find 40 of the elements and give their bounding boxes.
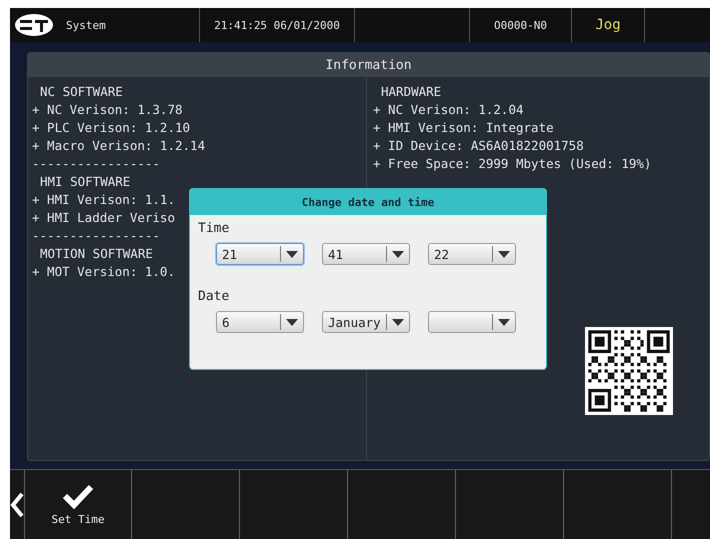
caret-icon: [498, 250, 510, 258]
operation-mode: Jog: [595, 17, 621, 33]
field-label: Time: [198, 221, 230, 238]
caret-icon: [392, 318, 404, 326]
dropdown[interactable]: 41: [322, 243, 410, 265]
caret-icon: [286, 250, 298, 258]
info-line: + NC Verison: 1.2.04: [373, 101, 524, 119]
section-heading: NC SOFTWARE: [39, 83, 123, 101]
chevron-left-icon: [10, 492, 24, 518]
info-line: + HMI Verison: Integrate: [373, 119, 554, 137]
field-label: Date: [198, 289, 230, 306]
back-button[interactable]: [10, 470, 25, 539]
caret-icon: [286, 318, 298, 326]
dashed-separator: -----------------: [32, 227, 160, 245]
panel-header: Information: [28, 53, 709, 77]
caret-icon: [498, 318, 510, 326]
caret-icon: [392, 250, 404, 258]
dropdown[interactable]: [428, 311, 516, 333]
dropdown[interactable]: 22: [428, 243, 516, 265]
dropdown[interactable]: January: [322, 311, 410, 333]
info-line: + NC Verison: 1.3.78: [32, 101, 183, 119]
program-number: O0000-N0: [494, 18, 547, 32]
logo-icon: [14, 13, 54, 37]
clock-text: 21:41:25 06/01/2000: [214, 18, 340, 32]
dropdown[interactable]: 21: [216, 243, 304, 265]
screen-title: System: [66, 18, 106, 32]
info-line: + PLC Verison: 1.2.10: [32, 119, 190, 137]
info-line: + HMI Ladder Veriso: [32, 209, 175, 227]
dashed-separator: -----------------: [32, 155, 160, 173]
checkmark-icon: [62, 483, 94, 509]
section-heading: MOTION SOFTWARE: [39, 245, 153, 263]
dropdown[interactable]: 6: [216, 311, 304, 333]
info-line: + Macro Verison: 1.2.14: [32, 137, 206, 155]
section-heading: HARDWARE: [380, 83, 442, 101]
info-line: + ID Device: AS6A01822001758: [373, 137, 584, 155]
info-line: + MOT Version: 1.0.: [32, 263, 175, 281]
dialog-title: Change date and time: [190, 189, 546, 215]
info-line: + Free Space: 2999 Mbytes (Used: 19%): [373, 155, 652, 173]
info-line: + HMI Verison: 1.1.: [32, 191, 175, 209]
section-heading: HMI SOFTWARE: [39, 173, 130, 191]
